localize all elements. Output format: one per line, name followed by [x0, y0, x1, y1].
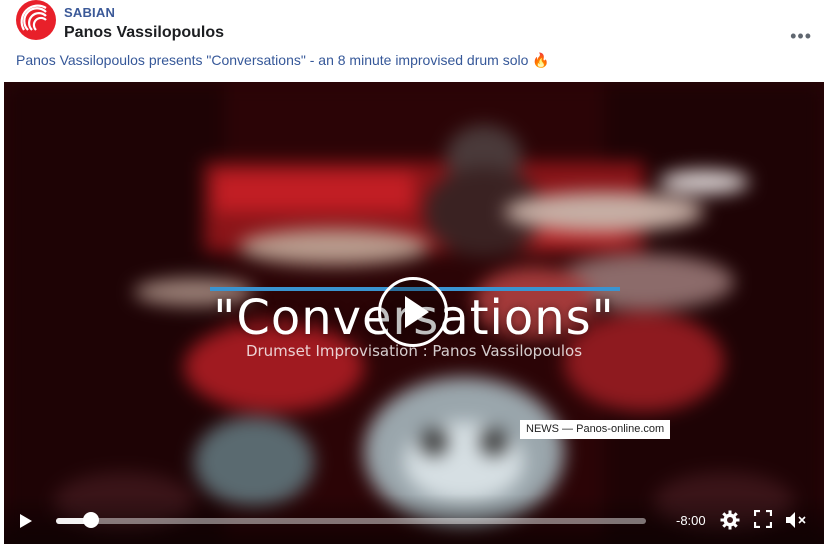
page-avatar[interactable] [16, 0, 56, 40]
fullscreen-icon[interactable] [754, 510, 772, 528]
play-large-button[interactable] [378, 277, 448, 347]
page-name[interactable]: SABIAN [64, 5, 115, 20]
progress-track[interactable] [56, 518, 646, 524]
sabian-logo-icon [17, 1, 55, 39]
more-options-icon[interactable]: ••• [790, 26, 812, 47]
gear-icon[interactable] [720, 510, 740, 530]
progress-handle[interactable] [83, 512, 100, 528]
post-caption: Panos Vassilopoulos presents "Conversati… [16, 52, 550, 68]
volume-muted-icon[interactable] [784, 510, 808, 530]
watermark-label: NEWS — Panos-online.com [520, 420, 671, 439]
play-icon [405, 296, 429, 328]
video-player[interactable]: "Conversations" Drumset Improvisation : … [4, 82, 824, 544]
video-post-card: SABIAN Panos Vassilopoulos ••• Panos Vas… [0, 0, 826, 544]
author-name[interactable]: Panos Vassilopoulos [64, 24, 224, 42]
time-remaining: -8:00 [676, 513, 706, 528]
play-icon[interactable] [18, 512, 34, 530]
post-header: SABIAN Panos Vassilopoulos ••• [0, 0, 826, 50]
player-controls: -8:00 [4, 494, 824, 544]
